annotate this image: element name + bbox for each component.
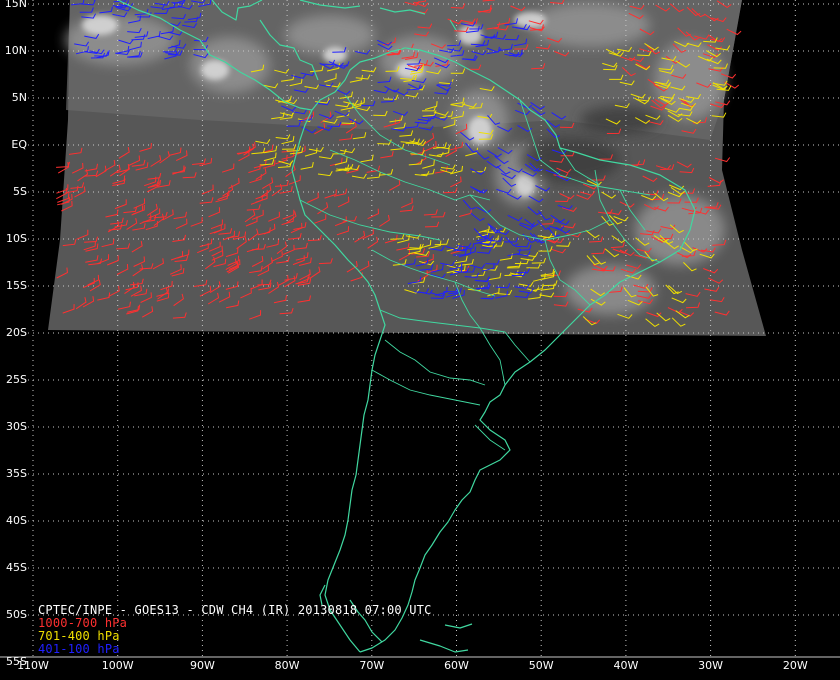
latitude-label: 10S xyxy=(6,232,27,245)
latitude-label: 30S xyxy=(6,420,27,433)
longitude-label: 60W xyxy=(444,659,469,672)
longitude-label: 80W xyxy=(274,659,300,672)
longitude-label: 70W xyxy=(359,659,385,672)
latitude-label: 10N xyxy=(4,44,27,57)
latitude-label: 25S xyxy=(6,373,27,386)
legend-entry-high-level: 401-100 hPa xyxy=(38,642,120,656)
longitude-label: 30W xyxy=(698,659,724,672)
longitude-label: 50W xyxy=(528,659,554,672)
latitude-label: 45S xyxy=(6,561,27,574)
longitude-label: 100W xyxy=(101,659,134,672)
latitude-label: 50S xyxy=(6,608,27,621)
latitude-label: 5N xyxy=(11,91,27,104)
latitude-label: 15S xyxy=(6,279,27,292)
longitude-label: 110W xyxy=(17,659,49,672)
latitude-label: 35S xyxy=(6,467,27,480)
satellite-wind-map xyxy=(0,0,840,680)
latitude-label: 5S xyxy=(13,185,27,198)
longitude-label: 90W xyxy=(189,659,215,672)
longitude-label: 40W xyxy=(613,659,639,672)
longitude-label: 20W xyxy=(782,659,808,672)
latitude-label: 20S xyxy=(6,326,27,339)
latitude-label: EQ xyxy=(11,138,27,151)
latitude-label: 40S xyxy=(6,514,27,527)
latitude-label: 15N xyxy=(4,0,27,10)
